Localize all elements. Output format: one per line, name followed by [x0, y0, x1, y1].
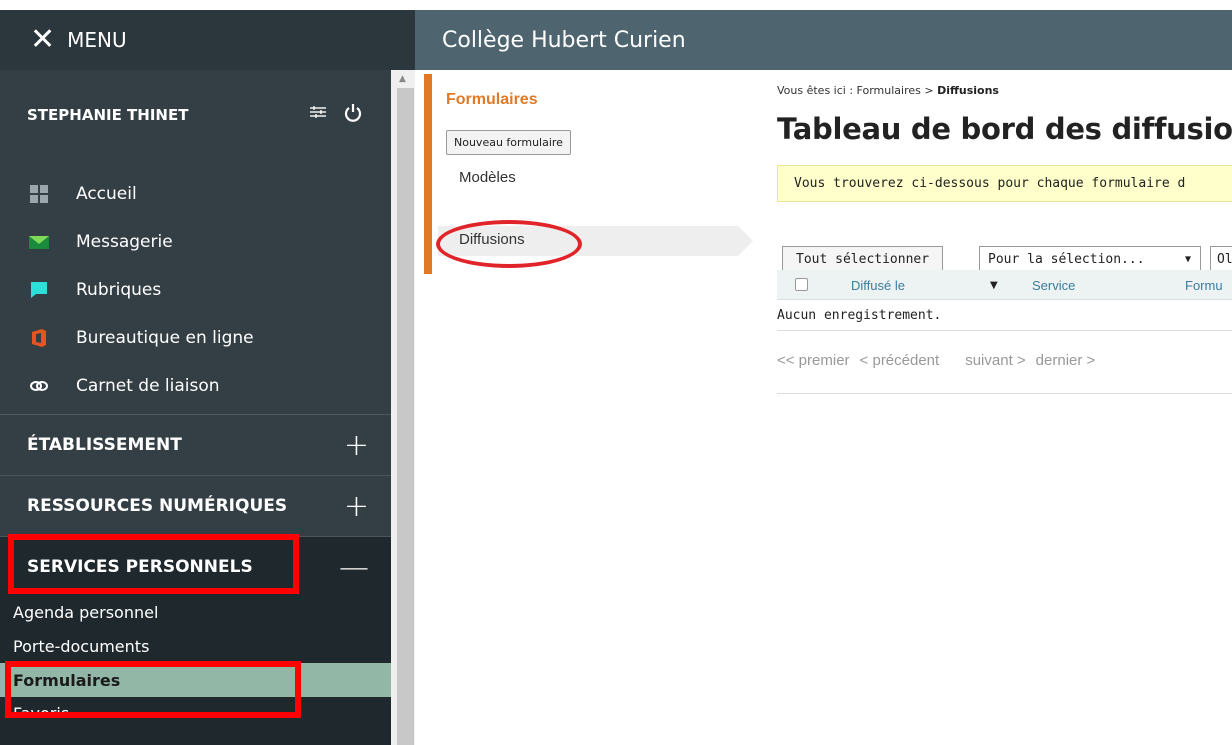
breadcrumb-path[interactable]: Vous êtes ici : Formulaires >	[777, 84, 937, 97]
scrollbar-thumb[interactable]	[397, 88, 414, 745]
expand-icon[interactable]: +	[344, 489, 369, 524]
select-all-checkbox[interactable]	[795, 278, 808, 291]
ok-button[interactable]: Ol	[1210, 246, 1232, 273]
pager-first[interactable]: << premier	[777, 352, 850, 369]
chevron-down-icon: ▼	[1184, 254, 1191, 265]
menu-toggle[interactable]: ✕ MENU	[0, 10, 415, 70]
pager-next[interactable]: suivant >	[965, 352, 1025, 369]
sidebar-item-bureautique[interactable]: Bureautique en ligne	[0, 314, 391, 362]
pagination: << premier < précédent suivant > dernier…	[777, 352, 1105, 369]
annotation-rect-formulaires	[5, 661, 301, 718]
table-row: Aucun enregistrement.	[777, 301, 1232, 331]
selected-option: Pour la sélection...	[988, 252, 1145, 267]
column-service[interactable]: Service	[1032, 278, 1075, 293]
envelope-icon	[27, 230, 51, 254]
page-title: Tableau de bord des diffusions	[777, 112, 1232, 146]
speech-bubble-icon	[27, 278, 51, 302]
breadcrumb: Vous êtes ici : Formulaires > Diffusions	[777, 84, 999, 97]
table-header	[777, 270, 1232, 300]
section-label: RESSOURCES NUMÉRIQUES	[27, 496, 288, 516]
annotation-rect-services	[8, 534, 299, 594]
collapse-icon[interactable]: —	[339, 550, 369, 585]
section-etablissement[interactable]: ÉTABLISSEMENT +	[0, 414, 391, 475]
divider	[777, 393, 1232, 394]
sidebar-item-label: Bureautique en ligne	[76, 328, 254, 348]
active-arrow	[738, 226, 753, 256]
sidebar-item-porte-documents[interactable]: Porte-documents	[0, 629, 391, 663]
section-ressources-numeriques[interactable]: RESSOURCES NUMÉRIQUES +	[0, 475, 391, 536]
sidebar-item-messagerie[interactable]: Messagerie	[0, 218, 391, 266]
info-banner: Vous trouverez ci-dessous pour chaque fo…	[777, 165, 1232, 202]
annotation-ellipse	[436, 220, 582, 268]
sort-desc-icon[interactable]: ▼	[990, 280, 998, 291]
school-name: Collège Hubert Curien	[442, 27, 686, 53]
sliders-icon[interactable]	[309, 103, 327, 128]
scroll-up-icon[interactable]: ▲	[399, 74, 406, 84]
empty-message: Aucun enregistrement.	[777, 308, 942, 323]
sidebar-item-accueil[interactable]: Accueil	[0, 170, 391, 218]
menu-label: MENU	[67, 28, 127, 52]
new-form-button[interactable]: Nouveau formulaire	[446, 130, 571, 155]
sidebar-item-rubriques[interactable]: Rubriques	[0, 266, 391, 314]
user-name: STEPHANIE THINET	[27, 106, 189, 124]
expand-icon[interactable]: +	[344, 428, 369, 463]
sidebar-item-agenda[interactable]: Agenda personnel	[0, 595, 391, 629]
pager-previous[interactable]: < précédent	[860, 352, 940, 369]
grid-icon	[27, 182, 51, 206]
sidebar-item-label: Rubriques	[76, 280, 162, 300]
office-icon	[27, 326, 51, 350]
bulk-action-select[interactable]: Pour la sélection... ▼	[979, 246, 1201, 273]
section-label: ÉTABLISSEMENT	[27, 435, 182, 455]
user-row: STEPHANIE THINET	[27, 100, 377, 130]
sidebar-nav: Accueil Messagerie Rubriques Bureautique…	[0, 170, 391, 410]
power-icon[interactable]	[343, 103, 363, 128]
section-accent-bar	[424, 74, 432, 274]
menu-item-modeles[interactable]: Modèles	[459, 169, 516, 186]
sidebar: STEPHANIE THINET Accueil Messagerie Rubr…	[0, 70, 391, 745]
column-formulaire[interactable]: Formu	[1185, 278, 1223, 293]
section-title: Formulaires	[446, 91, 538, 108]
close-icon[interactable]: ✕	[30, 25, 55, 55]
sidebar-item-label: Messagerie	[76, 232, 173, 252]
sidebar-item-label: Carnet de liaison	[76, 376, 220, 396]
link-icon	[27, 374, 51, 398]
sidebar-item-carnet[interactable]: Carnet de liaison	[0, 362, 391, 410]
breadcrumb-current: Diffusions	[937, 84, 999, 97]
info-text: Vous trouverez ci-dessous pour chaque fo…	[794, 176, 1186, 191]
sidebar-item-label: Accueil	[76, 184, 137, 204]
select-all-button[interactable]: Tout sélectionner	[782, 246, 944, 273]
pager-last[interactable]: dernier >	[1036, 352, 1096, 369]
site-title-bar: Collège Hubert Curien	[415, 10, 1232, 70]
column-diffuse-le[interactable]: Diffusé le	[851, 278, 905, 293]
